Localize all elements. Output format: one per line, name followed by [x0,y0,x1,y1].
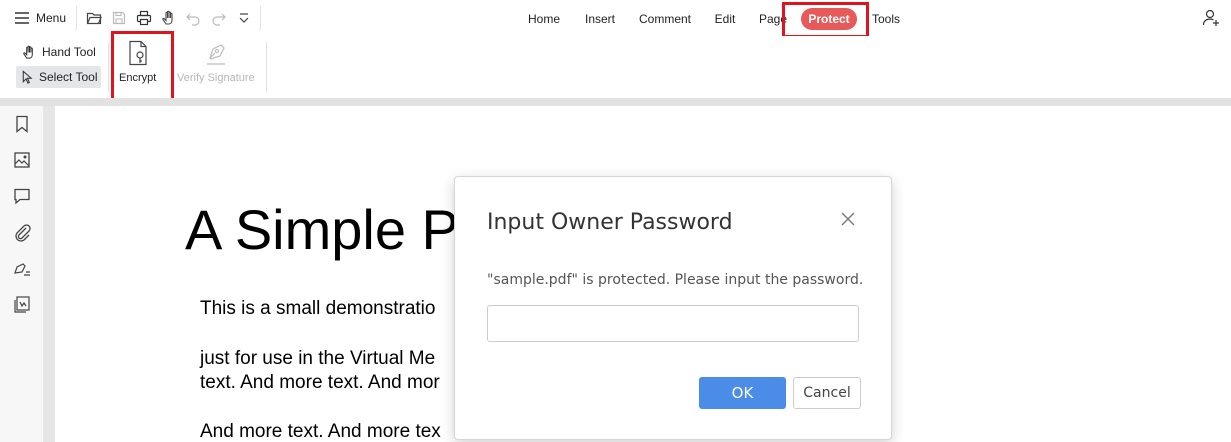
encrypt-button[interactable]: Encrypt [119,40,156,84]
document-title: A Simple P [185,198,459,261]
print-icon[interactable] [134,8,154,28]
tab-home[interactable]: Home [521,8,567,30]
attachment-icon[interactable] [12,222,32,242]
tab-protect[interactable]: Protect [801,8,857,30]
hamburger-icon [15,12,29,24]
password-input[interactable] [487,305,859,342]
customize-dropdown-icon[interactable] [234,8,254,28]
add-user-icon[interactable] [1201,8,1221,28]
tab-edit[interactable]: Edit [708,8,742,30]
tab-tools[interactable]: Tools [866,8,906,30]
cursor-icon [22,69,33,84]
ok-button[interactable]: OK [699,377,786,409]
ribbon-separator [0,98,1231,106]
stamp-icon[interactable] [12,294,32,314]
menu-label: Menu [36,11,67,25]
document-line: just for use in the Virtual Me [200,348,436,369]
hand-tool-button[interactable]: Hand Tool [18,41,100,63]
divider [76,6,77,30]
tab-page[interactable]: Page [756,8,790,30]
dialog-message: "sample.pdf" is protected. Please input … [487,272,864,288]
comment-icon[interactable] [12,186,32,206]
verify-signature-button[interactable]: Verify Signature [177,40,255,84]
bookmark-icon[interactable] [12,114,32,134]
tab-tools-label: Tools [871,12,900,26]
signature-pen-icon [206,44,225,65]
cancel-button[interactable]: Cancel [793,377,861,409]
divider [108,42,109,92]
tab-home-label: Home [527,12,560,26]
left-sidebar [0,106,44,442]
hand-icon[interactable] [159,8,179,28]
tab-protect-label: Protect [808,12,850,26]
tab-edit-label: Edit [714,12,736,26]
verify-signature-label: Verify Signature [177,72,255,84]
hand-icon [23,45,33,59]
thumbnail-icon[interactable] [12,150,32,170]
document-line: text. And more text. And mor [200,372,440,393]
divider [260,6,261,30]
ribbon: Hand Tool Select Tool Encrypt Verify Sig… [0,36,1231,98]
top-toolbar: Menu Home Insert Comment Edit Page Prote… [0,0,1231,36]
tab-comment-label: Comment [638,12,691,26]
encrypt-label: Encrypt [119,72,157,84]
redo-icon[interactable] [209,8,229,28]
select-tool-label: Select Tool [39,70,98,84]
tab-insert[interactable]: Insert [577,8,623,30]
encrypt-icon [129,40,147,66]
divider [266,42,267,92]
save-icon[interactable] [109,8,129,28]
document-line: And more text. And more tex [200,421,441,442]
dialog-title: Input Owner Password [487,210,733,235]
select-tool-button[interactable]: Select Tool [16,66,102,88]
hand-tool-label: Hand Tool [42,45,96,59]
password-dialog: Input Owner Password "sample.pdf" is pro… [454,176,892,440]
signature-icon[interactable] [12,258,32,278]
undo-icon[interactable] [183,8,203,28]
tab-insert-label: Insert [584,12,615,26]
close-icon[interactable] [840,211,856,227]
document-line: This is a small demonstratio [200,298,436,319]
menu-button[interactable]: Menu [14,8,66,28]
tab-page-label: Page [759,12,788,26]
open-folder-icon[interactable] [84,8,104,28]
tab-comment[interactable]: Comment [632,8,698,30]
